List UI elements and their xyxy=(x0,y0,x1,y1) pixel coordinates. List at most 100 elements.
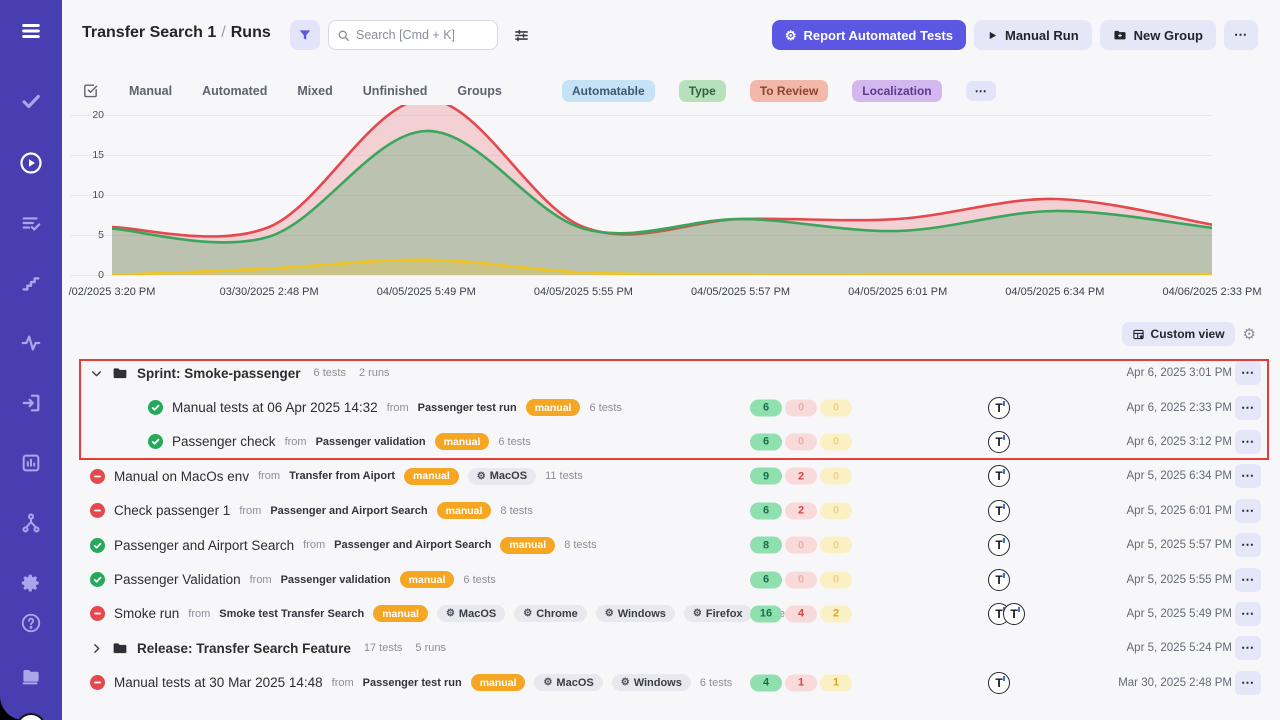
filter-funnel-icon xyxy=(298,28,312,42)
run-date: Apr 5, 2025 5:24 PM xyxy=(1127,642,1232,654)
row-more-button[interactable]: ⋯ xyxy=(1235,430,1261,454)
tag-filter-automatable[interactable]: Automatable xyxy=(562,80,655,102)
row-more-button[interactable]: ⋯ xyxy=(1235,361,1261,385)
run-row[interactable]: Manual tests at 30 Mar 2025 14:48fromPas… xyxy=(62,666,1280,700)
import-icon[interactable] xyxy=(11,383,51,423)
row-more-button[interactable]: ⋯ xyxy=(1235,499,1261,523)
row-more-button[interactable]: ⋯ xyxy=(1235,568,1261,592)
group-tests-count: 6 tests xyxy=(314,367,346,379)
row-main-cell: Passenger and Airport SearchfromPassenge… xyxy=(62,528,597,562)
ellipsis-icon: ⋯ xyxy=(1234,27,1248,43)
tab-manual[interactable]: Manual xyxy=(129,84,172,98)
tests-check-icon[interactable] xyxy=(11,81,51,121)
tests-count: 6 tests xyxy=(700,677,732,689)
run-title: Passenger and Airport Search xyxy=(114,538,294,553)
group-row[interactable]: Sprint: Smoke-passenger6 tests2 runsApr … xyxy=(62,356,1280,390)
run-title: Passenger Validation xyxy=(114,572,241,587)
topbar-more-button[interactable]: ⋯ xyxy=(1224,20,1258,50)
list-check-icon[interactable] xyxy=(11,203,51,243)
run-row[interactable]: Passenger and Airport SearchfromPassenge… xyxy=(62,528,1280,562)
y-axis-tick: 15 xyxy=(70,149,104,161)
tag-filter-to-review[interactable]: To Review xyxy=(750,80,828,102)
row-more-button[interactable]: ⋯ xyxy=(1235,636,1261,660)
folder-icon xyxy=(112,640,128,656)
tab-unfinished[interactable]: Unfinished xyxy=(363,84,428,98)
chevron-down-icon[interactable] xyxy=(90,367,103,380)
failed-count-pill: 0 xyxy=(785,537,817,554)
status-passed-icon xyxy=(90,572,105,587)
tag-filter-localization[interactable]: Localization xyxy=(852,80,941,102)
report-automated-tests-button[interactable]: ⚙ Report Automated Tests xyxy=(772,20,966,50)
runs-play-circle-icon[interactable] xyxy=(11,143,51,183)
row-main-cell: Sprint: Smoke-passenger6 tests2 runs xyxy=(62,356,390,390)
avatar: T xyxy=(988,500,1010,522)
gear-icon: ⚙ xyxy=(523,608,532,619)
other-count-pill: 0 xyxy=(820,537,852,554)
from-label: from xyxy=(239,505,261,517)
analytics-chart-icon[interactable] xyxy=(11,443,51,483)
x-axis-tick: 04/05/2025 5:49 PM xyxy=(377,286,476,298)
run-date: Apr 5, 2025 5:55 PM xyxy=(1127,574,1232,586)
result-count-pills: 1642 xyxy=(750,605,852,622)
failed-count-pill: 0 xyxy=(785,571,817,588)
row-main-cell: Smoke runfromSmoke test Transfer Searchm… xyxy=(62,597,799,631)
avatar: T xyxy=(1003,603,1025,625)
env-label: Chrome xyxy=(536,608,578,620)
workspace-avatar[interactable]: T xyxy=(16,713,46,720)
run-row[interactable]: Manual on MacOs envfromTransfer from Aip… xyxy=(62,459,1280,493)
chevron-right-icon[interactable] xyxy=(90,642,103,655)
display-settings-sliders-icon[interactable] xyxy=(509,23,533,47)
tab-automated[interactable]: Automated xyxy=(202,84,267,98)
run-source: Passenger test run xyxy=(418,402,517,414)
gear-icon: ⚙ xyxy=(621,677,630,688)
run-row[interactable]: Passenger ValidationfromPassenger valida… xyxy=(62,562,1280,596)
manual-run-button[interactable]: Manual Run xyxy=(974,20,1092,50)
row-more-button[interactable]: ⋯ xyxy=(1235,396,1261,420)
status-failed-icon xyxy=(90,606,105,621)
x-axis-tick: /02/2025 3:20 PM xyxy=(69,286,156,298)
library-folder-icon[interactable] xyxy=(11,657,51,697)
group-title: Sprint: Smoke-passenger xyxy=(137,366,301,381)
assignee-avatars: T xyxy=(988,534,1010,556)
run-date: Apr 6, 2025 3:01 PM xyxy=(1127,367,1232,379)
tests-count: 6 tests xyxy=(589,402,621,414)
hamburger-menu-icon[interactable] xyxy=(11,11,51,51)
other-count-pill: 2 xyxy=(820,605,852,622)
run-row[interactable]: Passenger checkfromPassenger validationm… xyxy=(62,425,1280,459)
y-axis-tick: 5 xyxy=(70,229,104,241)
tab-groups[interactable]: Groups xyxy=(457,84,501,98)
filter-button[interactable] xyxy=(290,20,320,50)
run-source: Passenger and Airport Search xyxy=(270,505,427,517)
run-row[interactable]: Manual tests at 06 Apr 2025 14:32fromPas… xyxy=(62,390,1280,424)
new-group-button[interactable]: New Group xyxy=(1100,20,1216,50)
row-more-button[interactable]: ⋯ xyxy=(1235,671,1261,695)
help-question-icon[interactable] xyxy=(11,603,51,643)
milestones-steps-icon[interactable] xyxy=(11,263,51,303)
automation-gear-icon: ⚙ xyxy=(785,29,797,42)
custom-view-button[interactable]: Custom view xyxy=(1122,322,1235,346)
branch-icon[interactable] xyxy=(11,503,51,543)
passed-count-pill: 9 xyxy=(750,468,782,485)
run-list: Sprint: Smoke-passenger6 tests2 runsApr … xyxy=(62,356,1280,700)
select-runs-checklist-icon[interactable] xyxy=(82,82,99,99)
row-more-button[interactable]: ⋯ xyxy=(1235,464,1261,488)
tab-mixed[interactable]: Mixed xyxy=(297,84,332,98)
tag-filters-more-button[interactable]: ⋯ xyxy=(966,81,996,101)
list-settings-gear-icon[interactable]: ⚙ xyxy=(1243,327,1256,342)
search-input[interactable] xyxy=(356,28,476,42)
from-label: from xyxy=(387,402,409,414)
assignee-avatars: T xyxy=(988,672,1010,694)
row-more-button[interactable]: ⋯ xyxy=(1235,533,1261,557)
tag-filter-type[interactable]: Type xyxy=(679,80,726,102)
failed-count-pill: 0 xyxy=(785,399,817,416)
search-box[interactable] xyxy=(328,20,498,50)
run-row[interactable]: Check passenger 1fromPassenger and Airpo… xyxy=(62,494,1280,528)
other-count-pill: 0 xyxy=(820,502,852,519)
settings-gear-icon[interactable] xyxy=(11,563,51,603)
run-date: Apr 5, 2025 6:01 PM xyxy=(1127,505,1232,517)
gear-icon: ⚙ xyxy=(543,677,552,688)
row-more-button[interactable]: ⋯ xyxy=(1235,602,1261,626)
run-row[interactable]: Smoke runfromSmoke test Transfer Searchm… xyxy=(62,597,1280,631)
group-row[interactable]: Release: Transfer Search Feature17 tests… xyxy=(62,631,1280,665)
activity-pulse-icon[interactable] xyxy=(11,323,51,363)
